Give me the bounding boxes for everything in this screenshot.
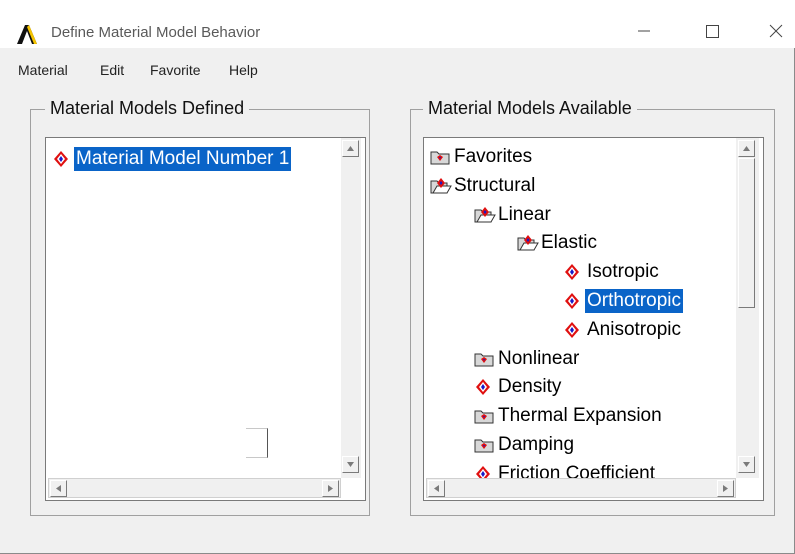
material-model-icon xyxy=(474,378,496,396)
folder-open-icon xyxy=(430,177,452,195)
menu-help[interactable]: Help xyxy=(229,62,258,78)
tree-item-structural[interactable]: Structural xyxy=(430,173,537,199)
scroll-right-button[interactable] xyxy=(717,480,734,497)
folder-open-icon xyxy=(474,206,496,224)
available-hscrollbar[interactable] xyxy=(426,478,736,498)
tree-item-thermal-expansion[interactable]: Thermal Expansion xyxy=(474,403,664,429)
arrow-right-icon xyxy=(328,485,333,492)
arrow-left-icon xyxy=(434,485,439,492)
tree-item-label: Favorites xyxy=(454,146,533,167)
tree-item-label: Damping xyxy=(498,434,575,455)
tree-item-orthotropic[interactable]: Orthotropic xyxy=(563,288,683,314)
menu-edit[interactable]: Edit xyxy=(100,62,124,78)
inline-edit-box xyxy=(246,428,268,458)
scroll-right-button[interactable] xyxy=(322,480,339,497)
scroll-up-button[interactable] xyxy=(738,140,755,157)
close-icon xyxy=(769,24,783,38)
arrow-up-icon xyxy=(347,146,354,151)
arrow-down-icon xyxy=(743,462,750,467)
ansys-logo-icon xyxy=(17,25,37,44)
defined-hscrollbar[interactable] xyxy=(48,478,341,498)
tree-item-nonlinear[interactable]: Nonlinear xyxy=(474,346,581,372)
arrow-right-icon xyxy=(723,485,728,492)
tree-item-label: Orthotropic xyxy=(585,289,683,313)
window-title: Define Material Model Behavior xyxy=(51,24,261,41)
available-group-title: Material Models Available xyxy=(423,98,637,119)
tree-item-label: Nonlinear xyxy=(498,348,580,369)
minimize-icon xyxy=(638,30,650,32)
tree-item-label: Isotropic xyxy=(587,261,659,282)
scroll-down-button[interactable] xyxy=(738,456,755,473)
tree-item-isotropic[interactable]: Isotropic xyxy=(563,259,661,285)
folder-closed-icon xyxy=(430,148,452,166)
defined-vscrollbar[interactable] xyxy=(341,138,361,478)
material-model-icon xyxy=(563,321,585,339)
material-model-icon xyxy=(563,263,585,281)
material-model-icon xyxy=(563,292,585,310)
folder-closed-icon xyxy=(474,436,496,454)
available-tree[interactable]: Favorites Structural Linear Elastic Isot xyxy=(423,137,764,501)
tree-item-material-model-number-1[interactable]: Material Model Number 1 xyxy=(52,146,292,172)
scroll-up-button[interactable] xyxy=(342,140,359,157)
scroll-left-button[interactable] xyxy=(428,480,445,497)
folder-closed-icon xyxy=(474,350,496,368)
tree-item-label: Structural xyxy=(454,175,536,196)
menu-favorite[interactable]: Favorite xyxy=(150,62,201,78)
tree-item-elastic[interactable]: Elastic xyxy=(517,230,599,256)
scroll-thumb[interactable] xyxy=(738,158,755,308)
tree-item-label: Thermal Expansion xyxy=(498,405,662,426)
tree-item-density[interactable]: Density xyxy=(474,374,563,400)
arrow-left-icon xyxy=(56,485,61,492)
maximize-icon xyxy=(706,25,719,38)
defined-group-title: Material Models Defined xyxy=(45,98,250,119)
tree-item-label: Elastic xyxy=(541,232,597,253)
tree-item-linear[interactable]: Linear xyxy=(474,202,553,228)
minimize-button[interactable] xyxy=(629,16,659,46)
title-bar: Define Material Model Behavior xyxy=(0,0,795,48)
scroll-down-button[interactable] xyxy=(342,456,359,473)
arrow-up-icon xyxy=(743,146,750,151)
material-model-icon xyxy=(52,150,74,168)
scroll-left-button[interactable] xyxy=(50,480,67,497)
tree-item-anisotropic[interactable]: Anisotropic xyxy=(563,317,683,343)
tree-item-favorites[interactable]: Favorites xyxy=(430,144,534,170)
tree-item-label: Material Model Number 1 xyxy=(74,147,292,171)
folder-closed-icon xyxy=(474,407,496,425)
tree-item-label: Linear xyxy=(498,204,551,225)
close-button[interactable] xyxy=(761,16,791,46)
menu-bar: Material Edit Favorite Help xyxy=(0,56,795,80)
tree-item-label: Density xyxy=(498,376,562,397)
menu-material[interactable]: Material xyxy=(18,62,68,78)
maximize-button[interactable] xyxy=(697,16,727,46)
tree-item-damping[interactable]: Damping xyxy=(474,432,576,458)
tree-item-label: Anisotropic xyxy=(587,319,681,340)
available-vscrollbar[interactable] xyxy=(736,138,759,478)
folder-open-icon xyxy=(517,234,539,252)
defined-tree[interactable]: Material Model Number 1 xyxy=(45,137,366,501)
arrow-down-icon xyxy=(347,462,354,467)
dialog-window: Define Material Model Behavior Material … xyxy=(0,0,795,554)
